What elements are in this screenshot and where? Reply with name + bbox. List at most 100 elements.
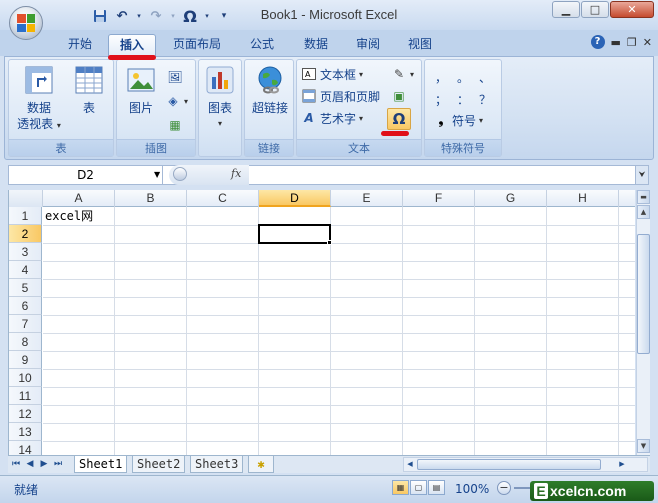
wordart-icon: A: [304, 111, 314, 125]
column-header[interactable]: G: [475, 190, 547, 207]
window-controls: ▁ □ ✕: [552, 1, 654, 18]
symbol-semicolon[interactable]: ；: [435, 90, 447, 108]
horizontal-scroll-thumb[interactable]: [417, 459, 601, 470]
picture-button[interactable]: 图片: [121, 64, 161, 116]
tab-data[interactable]: 数据: [294, 34, 338, 56]
sheet-tab-sheet2[interactable]: Sheet2: [132, 456, 186, 473]
row-header[interactable]: 14: [9, 441, 42, 455]
object-button[interactable]: ▣: [391, 87, 407, 105]
close-button[interactable]: ✕: [610, 1, 654, 18]
textbox-icon: A: [301, 66, 317, 82]
smartart-icon: ▦: [169, 118, 181, 132]
shapes-button[interactable]: ◈ ▾: [165, 92, 188, 110]
textbox-button[interactable]: A 文本框 ▾: [301, 65, 363, 83]
row-header[interactable]: 1: [9, 207, 42, 225]
name-box-dropdown-icon[interactable]: ▼: [154, 166, 160, 184]
fill-handle[interactable]: [327, 240, 332, 245]
horizontal-scrollbar[interactable]: ◀ ▶: [403, 457, 648, 472]
symbol-button[interactable]: Ω: [387, 108, 411, 130]
clip-art-button[interactable]: 🖼: [167, 68, 183, 86]
name-box[interactable]: D2: [9, 166, 163, 184]
ribbon-minimize-icon[interactable]: ▬: [611, 36, 621, 49]
office-button[interactable]: [9, 6, 43, 40]
ribbon-restore-icon[interactable]: ❐: [627, 36, 637, 49]
symbol-colon[interactable]: ：: [457, 90, 469, 108]
row-header[interactable]: 3: [9, 243, 42, 261]
wordart-button[interactable]: A 艺术字 ▾: [301, 109, 363, 127]
help-icon[interactable]: ?: [590, 35, 605, 49]
vertical-scrollbar[interactable]: ▬ ▲ ▼: [636, 190, 650, 455]
minimize-button[interactable]: ▁: [552, 1, 580, 18]
scroll-right-button[interactable]: ▶: [616, 458, 628, 471]
group-label-special-symbols: 特殊符号: [425, 139, 501, 156]
prev-sheet-button[interactable]: ◀: [24, 457, 36, 471]
pivot-table-button[interactable]: 数据 透视表 ▾: [13, 64, 65, 134]
tab-home[interactable]: 开始: [58, 34, 102, 56]
normal-view-icon[interactable]: ▦: [392, 480, 409, 495]
scroll-down-button[interactable]: ▼: [637, 439, 650, 453]
row-header[interactable]: 5: [9, 279, 42, 297]
scroll-left-button[interactable]: ◀: [404, 458, 416, 471]
more-symbols-button[interactable]: ❟ 符号 ▾: [433, 111, 483, 129]
row-header[interactable]: 9: [9, 351, 42, 369]
column-header[interactable]: C: [187, 190, 259, 207]
column-header-selected[interactable]: D: [259, 190, 331, 207]
tab-review[interactable]: 审阅: [346, 34, 390, 56]
ribbon-close-icon[interactable]: ✕: [643, 36, 652, 49]
row-header[interactable]: 11: [9, 387, 42, 405]
tab-insert[interactable]: 插入: [108, 34, 156, 56]
sheet-tab-sheet3[interactable]: Sheet3: [190, 456, 244, 473]
active-cell-d2[interactable]: [258, 224, 331, 244]
symbol-comma[interactable]: ，: [435, 68, 447, 86]
column-header[interactable]: B: [115, 190, 187, 207]
row-header[interactable]: 6: [9, 297, 42, 315]
vertical-scroll-thumb[interactable]: [637, 234, 650, 354]
scroll-up-button[interactable]: ▲: [637, 205, 650, 219]
select-all-corner[interactable]: [9, 190, 43, 207]
tab-page-layout[interactable]: 页面布局: [164, 34, 230, 56]
hyperlink-button[interactable]: 超链接: [247, 64, 293, 116]
signature-line-button[interactable]: ✎ ▾: [391, 65, 414, 83]
gridline: [114, 207, 115, 455]
next-sheet-button[interactable]: ▶: [38, 457, 50, 471]
shapes-icon: ◈: [168, 94, 178, 108]
first-sheet-button[interactable]: ⏮: [10, 457, 22, 471]
symbol-question[interactable]: ？: [479, 90, 491, 108]
insert-sheet-icon[interactable]: ✱: [248, 456, 274, 473]
formula-bar-expand-button[interactable]: ⮟: [635, 165, 649, 185]
maximize-button[interactable]: □: [581, 1, 609, 18]
zoom-out-button[interactable]: −: [497, 481, 511, 495]
symbol-period[interactable]: 。: [457, 68, 469, 86]
zoom-level[interactable]: 100%: [455, 482, 489, 496]
row-header[interactable]: 4: [9, 261, 42, 279]
status-ready: 就绪: [14, 483, 39, 497]
split-box-icon[interactable]: ▬: [637, 190, 650, 204]
tab-formulas[interactable]: 公式: [240, 34, 284, 56]
worksheet-grid[interactable]: A B C D E F G H 1 2 3 4 5 6 7 8 9 10 11 …: [8, 190, 635, 455]
cell-a1[interactable]: excel网: [45, 207, 93, 225]
row-header-selected[interactable]: 2: [9, 225, 42, 243]
last-sheet-button[interactable]: ⏭: [52, 457, 64, 471]
column-header[interactable]: E: [331, 190, 403, 207]
insert-function-button[interactable]: fx: [231, 167, 241, 180]
table-button[interactable]: 表: [69, 64, 109, 116]
page-layout-view-icon[interactable]: ▢: [410, 480, 427, 495]
sheet-tab-sheet1[interactable]: Sheet1: [74, 456, 128, 473]
row-header[interactable]: 8: [9, 333, 42, 351]
page-break-view-icon[interactable]: ▤: [428, 480, 445, 495]
smartart-button[interactable]: ▦: [167, 116, 183, 134]
row-header[interactable]: 10: [9, 369, 42, 387]
row-header[interactable]: 7: [9, 315, 42, 333]
row-header[interactable]: 12: [9, 405, 42, 423]
symbol-enumeration-comma[interactable]: 、: [479, 68, 491, 86]
column-header[interactable]: F: [403, 190, 475, 207]
site-watermark-logo: Excelcn.com: [530, 481, 654, 501]
column-header[interactable]: A: [43, 190, 115, 207]
row-header[interactable]: 13: [9, 423, 42, 441]
ribbon: 数据 透视表 ▾ 表 表 图片 🖼 ◈ ▾ ▦ 插图 图表 ▾ 超链接 链接 A…: [4, 56, 654, 160]
column-header[interactable]: H: [547, 190, 619, 207]
tab-view[interactable]: 视图: [398, 34, 442, 56]
formula-bar-grip-icon[interactable]: [173, 167, 187, 181]
chart-button[interactable]: 图表 ▾: [201, 64, 239, 132]
header-footer-button[interactable]: 页眉和页脚: [301, 87, 380, 105]
